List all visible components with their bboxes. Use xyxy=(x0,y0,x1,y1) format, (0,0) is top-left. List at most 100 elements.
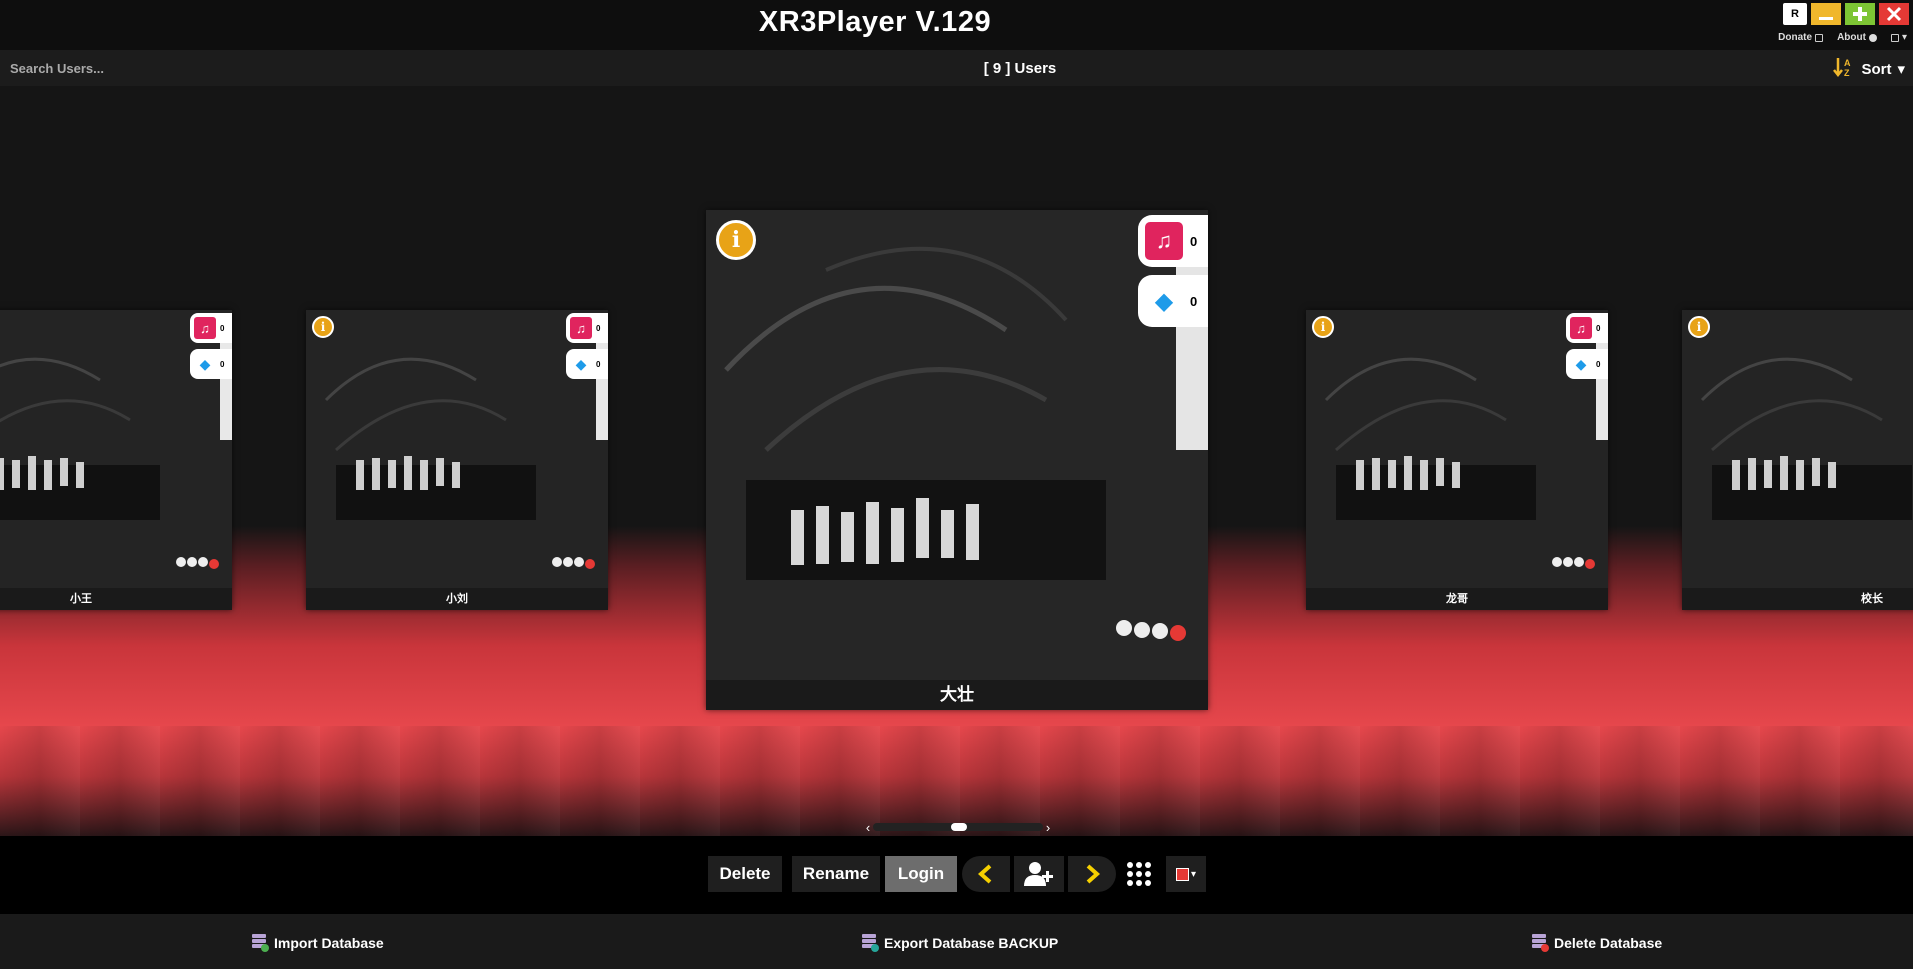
database-export-icon xyxy=(862,934,879,952)
music-playlist-icon: ♫ xyxy=(570,317,592,339)
window-icon xyxy=(1890,33,1899,42)
scroll-thumb[interactable] xyxy=(951,823,967,831)
settings-dropdown[interactable]: ▾ xyxy=(1890,32,1907,43)
database-delete-icon xyxy=(1532,934,1549,952)
donate-label: Donate xyxy=(1778,32,1813,43)
info-icon[interactable]: i xyxy=(312,316,334,338)
user-card-selected[interactable]: i ♫ 0 ◆ 0 大壮 xyxy=(706,210,1208,710)
info-small-icon xyxy=(1868,33,1877,42)
scroll-left-icon[interactable]: ‹ xyxy=(863,820,873,835)
maximize-button[interactable] xyxy=(1845,3,1875,25)
dropbox-count: 0 xyxy=(220,359,225,369)
user-name: 小刘 xyxy=(306,588,608,610)
donate-link[interactable]: Donate xyxy=(1778,32,1824,43)
plus-icon xyxy=(1853,7,1867,21)
dropbox-badge[interactable]: ◆ 0 xyxy=(566,349,608,379)
about-label: About xyxy=(1837,32,1866,43)
info-icon[interactable]: i xyxy=(716,220,756,260)
dropbox-badge[interactable]: ◆ 0 xyxy=(1138,275,1208,327)
dropbox-icon: ◆ xyxy=(199,355,211,372)
dropbox-badge[interactable]: ◆ 0 xyxy=(190,349,232,379)
user-name: 龙哥 xyxy=(1306,588,1608,610)
add-user-button[interactable] xyxy=(1014,856,1064,892)
donate-icon xyxy=(1815,33,1824,42)
window-controls: R xyxy=(1783,3,1909,25)
playlists-count: 0 xyxy=(596,323,601,333)
info-icon[interactable]: i xyxy=(1312,316,1334,338)
import-database-button[interactable]: Import Database xyxy=(252,934,384,952)
minimize-icon xyxy=(1819,17,1833,20)
rename-button[interactable]: Rename xyxy=(792,856,880,892)
export-database-label: Export Database BACKUP xyxy=(884,934,1059,951)
chevron-down-icon: ▾ xyxy=(1190,868,1197,880)
user-image xyxy=(1306,310,1608,610)
user-card[interactable]: i ♫ 0 ◆ 0 小刘 xyxy=(306,310,608,610)
user-card[interactable]: i 校长 xyxy=(1682,310,1913,610)
next-user-button[interactable] xyxy=(1068,856,1116,892)
user-card[interactable]: ♫ 0 ◆ 0 小王 xyxy=(0,310,232,610)
title-bar: XR3Player V.129 R Donate About ▾ xyxy=(0,0,1913,50)
scroll-right-icon[interactable]: › xyxy=(1043,820,1053,835)
dropbox-count: 0 xyxy=(596,359,601,369)
svg-text:Z: Z xyxy=(1844,68,1850,78)
minimize-button[interactable] xyxy=(1811,3,1841,25)
export-database-button[interactable]: Export Database BACKUP xyxy=(862,934,1059,952)
close-button[interactable] xyxy=(1879,3,1909,25)
import-database-label: Import Database xyxy=(274,934,384,951)
music-playlist-icon: ♫ xyxy=(194,317,216,339)
sort-az-icon: AZ xyxy=(1833,56,1855,82)
chevron-down-icon: ▾ xyxy=(1897,61,1905,78)
playlists-count: 0 xyxy=(1190,233,1198,249)
user-name: 校长 xyxy=(1682,588,1913,610)
database-import-icon xyxy=(252,934,269,952)
user-image xyxy=(1682,310,1913,610)
scroll-track[interactable] xyxy=(873,823,1043,831)
svg-text:A: A xyxy=(1844,58,1851,68)
playlists-badge[interactable]: ♫ 0 xyxy=(1566,313,1608,343)
sort-label: Sort xyxy=(1861,60,1892,78)
dropbox-icon: ◆ xyxy=(575,355,587,372)
dropbox-badge[interactable]: ◆ 0 xyxy=(1566,349,1608,379)
delete-database-button[interactable]: Delete Database xyxy=(1532,934,1663,952)
color-picker-icon xyxy=(1175,867,1189,881)
playlists-badge[interactable]: ♫ 0 xyxy=(566,313,608,343)
music-playlist-icon: ♫ xyxy=(1145,222,1183,260)
delete-database-label: Delete Database xyxy=(1554,934,1663,951)
playlists-badge[interactable]: ♫ 0 xyxy=(190,313,232,343)
user-image xyxy=(706,210,1208,710)
dropbox-count: 0 xyxy=(1190,293,1198,309)
delete-button[interactable]: Delete xyxy=(708,856,782,892)
chevron-left-icon xyxy=(977,864,992,884)
user-name: 大壮 xyxy=(706,680,1208,710)
login-button[interactable]: Login xyxy=(885,856,957,892)
about-link[interactable]: About xyxy=(1837,32,1877,43)
playlists-count: 0 xyxy=(1596,323,1601,333)
playlists-badge[interactable]: ♫ 0 xyxy=(1138,215,1208,267)
footer: Import Database Export Database BACKUP D… xyxy=(0,914,1913,969)
music-playlist-icon: ♫ xyxy=(1570,317,1592,339)
search-bar: [ 9 ] Users AZ Sort ▾ xyxy=(0,50,1913,86)
r-button[interactable]: R xyxy=(1783,3,1807,25)
user-count: [ 9 ] Users xyxy=(983,60,1057,77)
user-name: 小王 xyxy=(0,588,232,610)
grid-view-button[interactable] xyxy=(1120,856,1158,892)
users-carousel: ♫ 0 ◆ 0 小王 i ♫ 0 ◆ 0 小刘 i ♫ 0 ◆ 0 大壮 i ♫… xyxy=(0,86,1913,836)
app-title: XR3Player V.129 xyxy=(758,6,992,38)
user-card[interactable]: i ♫ 0 ◆ 0 龙哥 xyxy=(1306,310,1608,610)
dropbox-icon: ◆ xyxy=(1575,355,1587,372)
previous-user-button[interactable] xyxy=(962,856,1010,892)
color-picker-button[interactable]: ▾ xyxy=(1166,856,1206,892)
playlists-count: 0 xyxy=(220,323,225,333)
user-image xyxy=(306,310,608,610)
chevron-right-icon xyxy=(1086,864,1101,884)
info-icon[interactable]: i xyxy=(1688,316,1710,338)
close-icon xyxy=(1886,6,1902,22)
carousel-scrollbar[interactable]: ‹ › xyxy=(863,820,1053,835)
top-links: Donate About ▾ xyxy=(1778,32,1907,43)
floor-reflection xyxy=(0,726,1913,836)
dropbox-count: 0 xyxy=(1596,359,1601,369)
user-toolbar: Delete Rename Login ▾ xyxy=(0,836,1913,914)
chevron-down-icon: ▾ xyxy=(1901,32,1907,43)
dropbox-icon: ◆ xyxy=(1154,287,1174,315)
sort-button[interactable]: AZ Sort ▾ xyxy=(1833,56,1905,82)
